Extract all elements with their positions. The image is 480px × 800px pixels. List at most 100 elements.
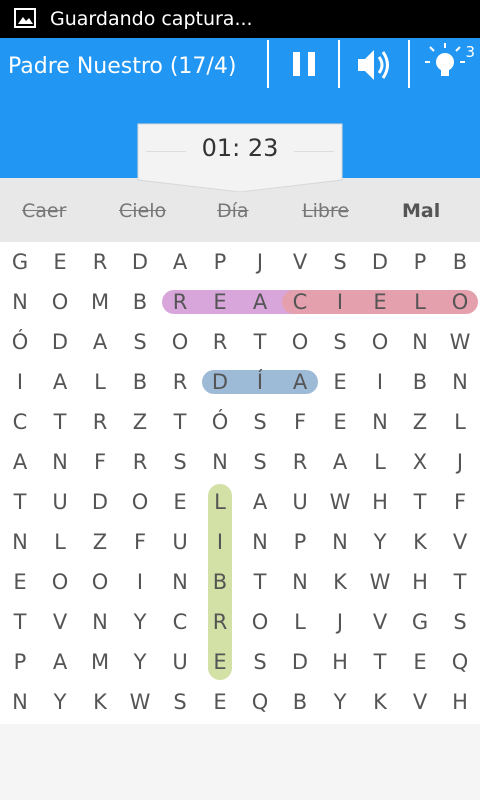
grid-cell[interactable]: T	[240, 562, 280, 602]
grid-cell[interactable]: C	[160, 602, 200, 642]
grid-cell[interactable]: S	[120, 322, 160, 362]
grid-cell[interactable]: T	[160, 402, 200, 442]
grid-cell[interactable]: R	[80, 242, 120, 282]
grid-cell[interactable]: L	[400, 282, 440, 322]
grid-cell[interactable]: D	[40, 322, 80, 362]
grid-cell[interactable]: E	[320, 402, 360, 442]
grid-cell[interactable]: E	[40, 242, 80, 282]
grid-cell[interactable]: T	[440, 562, 480, 602]
grid-cell[interactable]: J	[240, 242, 280, 282]
grid-cell[interactable]: V	[360, 602, 400, 642]
grid-cell[interactable]: P	[280, 522, 320, 562]
grid-cell[interactable]: A	[80, 322, 120, 362]
grid-cell[interactable]: B	[280, 682, 320, 722]
grid-cell[interactable]: S	[160, 682, 200, 722]
grid-cell[interactable]: L	[440, 402, 480, 442]
grid-cell[interactable]: N	[360, 402, 400, 442]
grid-cell[interactable]: E	[200, 642, 240, 682]
grid-cell[interactable]: Y	[320, 682, 360, 722]
grid-cell[interactable]: K	[360, 682, 400, 722]
grid-cell[interactable]: L	[40, 522, 80, 562]
sound-button[interactable]	[340, 38, 408, 92]
grid-cell[interactable]: F	[120, 522, 160, 562]
grid-cell[interactable]: A	[240, 482, 280, 522]
grid-cell[interactable]: E	[200, 282, 240, 322]
grid-cell[interactable]: K	[80, 682, 120, 722]
grid-cell[interactable]: D	[360, 242, 400, 282]
grid-cell[interactable]: H	[440, 682, 480, 722]
grid-cell[interactable]: Z	[400, 402, 440, 442]
grid-cell[interactable]: L	[200, 482, 240, 522]
grid-cell[interactable]: F	[80, 442, 120, 482]
grid-cell[interactable]: V	[400, 682, 440, 722]
grid-cell[interactable]: T	[0, 482, 40, 522]
grid-cell[interactable]: U	[280, 482, 320, 522]
grid-cell[interactable]: W	[320, 482, 360, 522]
grid-cell[interactable]: K	[400, 522, 440, 562]
grid-cell[interactable]: N	[440, 362, 480, 402]
grid-cell[interactable]: P	[400, 242, 440, 282]
grid-cell[interactable]: N	[80, 602, 120, 642]
grid-cell[interactable]: N	[320, 522, 360, 562]
grid-cell[interactable]: J	[320, 602, 360, 642]
grid-cell[interactable]: M	[80, 642, 120, 682]
grid-cell[interactable]: O	[40, 282, 80, 322]
grid-cell[interactable]: B	[440, 242, 480, 282]
grid-cell[interactable]: O	[160, 322, 200, 362]
grid-cell[interactable]: S	[320, 242, 360, 282]
grid-cell[interactable]: R	[120, 442, 160, 482]
grid-cell[interactable]: N	[400, 322, 440, 362]
grid-cell[interactable]: L	[280, 602, 320, 642]
grid-cell[interactable]: I	[320, 282, 360, 322]
grid-cell[interactable]: C	[280, 282, 320, 322]
grid-cell[interactable]: G	[400, 602, 440, 642]
grid-cell[interactable]: A	[0, 442, 40, 482]
grid-cell[interactable]: D	[120, 242, 160, 282]
grid-cell[interactable]: U	[160, 642, 200, 682]
grid-cell[interactable]: A	[240, 282, 280, 322]
grid-cell[interactable]: S	[240, 442, 280, 482]
grid-cell[interactable]: O	[440, 282, 480, 322]
grid-cell[interactable]: Ó	[200, 402, 240, 442]
grid-cell[interactable]: F	[280, 402, 320, 442]
grid-cell[interactable]: U	[160, 522, 200, 562]
grid-cell[interactable]: Z	[80, 522, 120, 562]
grid-cell[interactable]: N	[0, 522, 40, 562]
grid-cell[interactable]: S	[240, 402, 280, 442]
grid-cell[interactable]: R	[200, 322, 240, 362]
grid-cell[interactable]: D	[200, 362, 240, 402]
grid-cell[interactable]: O	[360, 322, 400, 362]
grid-cell[interactable]: I	[360, 362, 400, 402]
grid-cell[interactable]: P	[200, 242, 240, 282]
hint-button[interactable]: 3	[410, 38, 480, 92]
grid-cell[interactable]: A	[280, 362, 320, 402]
grid-cell[interactable]: Y	[120, 642, 160, 682]
grid-cell[interactable]: C	[0, 402, 40, 442]
grid-cell[interactable]: T	[400, 482, 440, 522]
grid-cell[interactable]: L	[360, 442, 400, 482]
grid-cell[interactable]: N	[200, 442, 240, 482]
grid-cell[interactable]: I	[0, 362, 40, 402]
grid-cell[interactable]: E	[400, 642, 440, 682]
grid-cell[interactable]: M	[80, 282, 120, 322]
grid-cell[interactable]: D	[80, 482, 120, 522]
grid-cell[interactable]: E	[320, 362, 360, 402]
grid-cell[interactable]: V	[280, 242, 320, 282]
grid-cell[interactable]: B	[120, 362, 160, 402]
grid-cell[interactable]: E	[160, 482, 200, 522]
grid-cell[interactable]: H	[320, 642, 360, 682]
grid-cell[interactable]: T	[40, 402, 80, 442]
grid-cell[interactable]: O	[120, 482, 160, 522]
grid-cell[interactable]: Y	[360, 522, 400, 562]
grid-cell[interactable]: W	[120, 682, 160, 722]
grid-cell[interactable]: S	[440, 602, 480, 642]
grid-cell[interactable]: R	[200, 602, 240, 642]
grid-cell[interactable]: N	[240, 522, 280, 562]
grid-cell[interactable]: A	[40, 362, 80, 402]
grid-cell[interactable]: H	[400, 562, 440, 602]
grid-cell[interactable]: N	[160, 562, 200, 602]
grid-cell[interactable]: V	[440, 522, 480, 562]
grid-cell[interactable]: Y	[40, 682, 80, 722]
grid-cell[interactable]: Q	[240, 682, 280, 722]
grid-cell[interactable]: J	[440, 442, 480, 482]
